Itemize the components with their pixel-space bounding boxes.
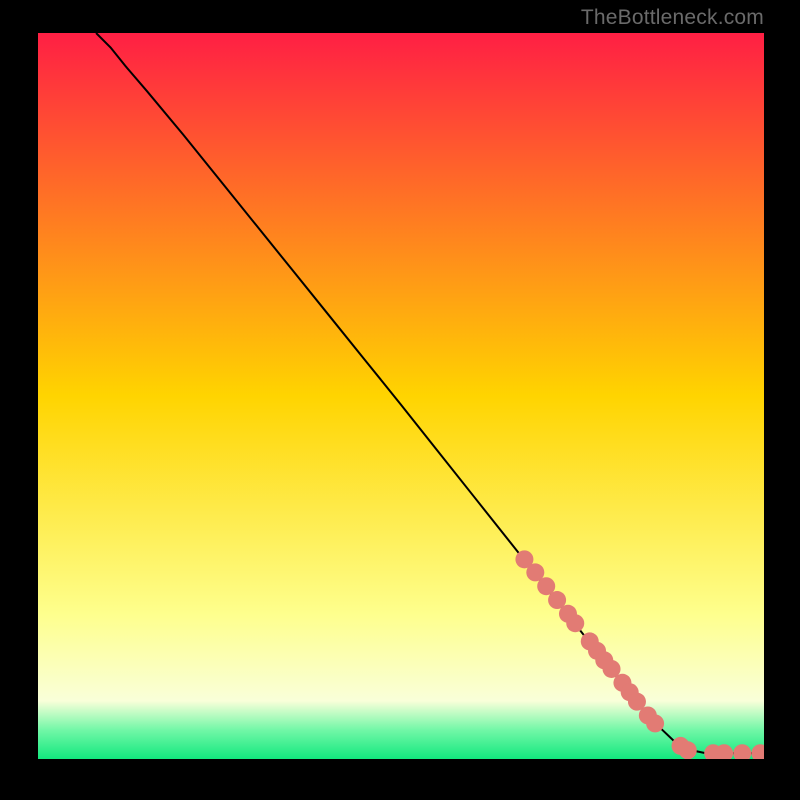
data-marker	[646, 714, 664, 732]
chart-svg	[38, 33, 764, 759]
data-marker	[566, 614, 584, 632]
plot-area	[38, 33, 764, 759]
data-marker	[679, 741, 697, 759]
chart-frame: TheBottleneck.com	[0, 0, 800, 800]
watermark-text: TheBottleneck.com	[581, 6, 764, 30]
gradient-background	[38, 33, 764, 759]
